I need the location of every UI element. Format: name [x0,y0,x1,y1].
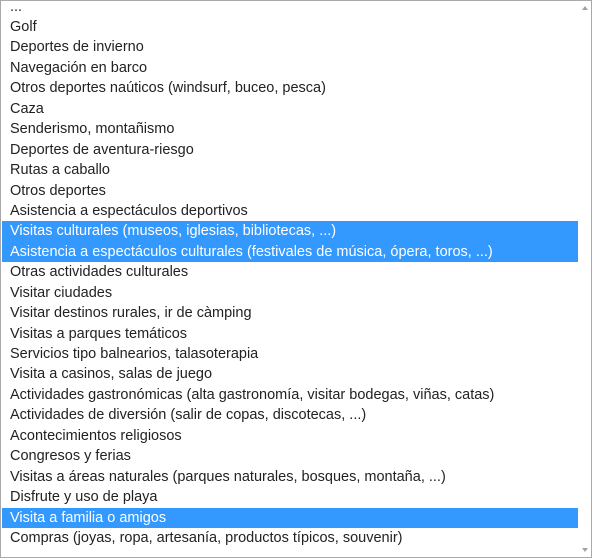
list-option[interactable]: Visita a familia o amigos [2,507,578,528]
list-option[interactable]: Deportes de aventura-riesgo [2,140,578,160]
list-option[interactable]: Actividades de diversión (salir de copas… [2,405,578,425]
list-option[interactable]: Caza [2,99,578,119]
scroll-up-button[interactable] [578,1,591,15]
list-option[interactable]: Navegación en barco [2,58,578,78]
list-option[interactable]: ... [2,1,578,17]
vertical-scrollbar[interactable] [578,1,591,557]
list-option[interactable]: Visitas a áreas naturales (parques natur… [2,467,578,487]
activities-listbox[interactable]: ... Golf Deportes de invierno Navegación en… [0,0,592,558]
list-option[interactable]: Senderismo, montañismo [2,119,578,139]
list-option[interactable]: Acontecimientos religiosos [2,426,578,446]
list-option[interactable]: Otros deportes [2,181,578,201]
list-option[interactable]: Asistencia a espectáculos deportivos [2,201,578,221]
list-option[interactable]: Compras (joyas, ropa, artesanía, product… [2,528,578,548]
listbox-options: ... Golf Deportes de invierno Navegación en… [2,1,578,557]
arrow-up-icon [581,6,588,10]
list-option[interactable]: Deportes de invierno [2,37,578,57]
list-option[interactable]: Asistencia a espectáculos culturales (fe… [2,241,578,263]
arrow-down-icon [581,548,588,552]
list-option[interactable]: Visitar destinos rurales, ir de càmping [2,303,578,323]
list-option[interactable]: Otras actividades culturales [2,262,578,282]
list-option[interactable]: Golf [2,17,578,37]
list-option[interactable]: Servicios tipo balnearios, talasoterapia [2,344,578,364]
scroll-down-button[interactable] [578,543,591,557]
list-option[interactable]: Otros deportes naúticos (windsurf, buceo… [2,78,578,98]
list-option[interactable]: Rutas a caballo [2,160,578,180]
list-option[interactable]: Visitas culturales (museos, iglesias, bi… [2,221,578,242]
list-option[interactable]: Visitas a parques temáticos [2,324,578,344]
list-option[interactable]: Visita a casinos, salas de juego [2,364,578,384]
list-option[interactable]: Actividades gastronómicas (alta gastrono… [2,385,578,405]
list-option[interactable]: Visitar ciudades [2,283,578,303]
list-option[interactable]: Congresos y ferias [2,446,578,466]
list-option[interactable]: Disfrute y uso de playa [2,487,578,507]
